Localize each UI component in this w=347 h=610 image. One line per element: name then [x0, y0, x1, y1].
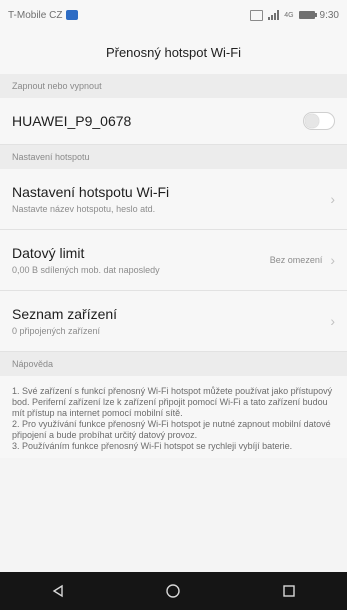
- back-icon: [52, 584, 63, 598]
- help-text: 1. Své zařízení s funkcí přenosný Wi-Fi …: [0, 376, 347, 458]
- status-bar: T-Mobile CZ 4G 9:30: [0, 0, 347, 30]
- recents-button[interactable]: [269, 576, 309, 606]
- row-text: Datový limit 0,00 B sdílených mob. dat n…: [12, 245, 160, 275]
- row-subtitle: 0,00 B sdílených mob. dat naposledy: [12, 265, 160, 275]
- help-item: 3. Používáním funkce přenosný Wi-Fi hots…: [12, 441, 293, 451]
- chevron-right-icon: ›: [330, 252, 335, 268]
- section-header-label: Zapnout nebo vypnout: [12, 81, 102, 91]
- recents-icon: [283, 585, 295, 597]
- network-type-label: 4G: [284, 11, 294, 19]
- row-title: Nastavení hotspotu Wi-Fi: [12, 184, 170, 200]
- page-title-bar: Přenosný hotspot Wi-Fi: [0, 30, 347, 74]
- data-limit-value: Bez omezení: [269, 255, 323, 265]
- row-right: ›: [330, 191, 335, 207]
- row-subtitle: 0 připojených zařízení: [12, 326, 101, 336]
- home-button[interactable]: [153, 576, 193, 606]
- row-text: Seznam zařízení 0 připojených zařízení: [12, 306, 117, 336]
- row-text: Nastavení hotspotu Wi-Fi Nastavte název …: [12, 184, 169, 214]
- chevron-right-icon: ›: [330, 313, 335, 329]
- section-header-label: Nápověda: [12, 359, 54, 369]
- section-header-settings: Nastavení hotspotu: [0, 145, 347, 169]
- back-button[interactable]: [38, 576, 78, 606]
- section-header-toggle: Zapnout nebo vypnout: [0, 74, 347, 98]
- notification-icon: [66, 10, 79, 20]
- row-title: Datový limit: [12, 245, 85, 261]
- row-subtitle: Nastavte název hotspotu, heslo atd.: [12, 204, 156, 214]
- home-icon: [166, 584, 181, 598]
- settings-row-wifi-hotspot[interactable]: Nastavení hotspotu Wi-Fi Nastavte název …: [0, 169, 347, 230]
- hotspot-toggle-switch[interactable]: [303, 112, 335, 130]
- hotspot-ssid-label: HUAWEI_P9_0678: [12, 113, 132, 129]
- carrier-label: T-Mobile CZ: [8, 9, 63, 21]
- help-item: 1. Své zařízení s funkcí přenosný Wi-Fi …: [12, 386, 333, 418]
- hotspot-toggle-row[interactable]: HUAWEI_P9_0678: [0, 98, 347, 145]
- navigation-bar: [0, 572, 347, 610]
- row-right: Bez omezení ›: [270, 252, 335, 268]
- signal-icon: [268, 10, 280, 20]
- status-right: 4G 9:30: [250, 9, 339, 21]
- gallery-icon: [250, 9, 264, 21]
- status-left: T-Mobile CZ: [8, 9, 79, 21]
- row-title: Seznam zařízení: [12, 306, 118, 322]
- toggle-knob: [305, 114, 319, 128]
- row-right: ›: [330, 313, 335, 329]
- settings-row-data-limit[interactable]: Datový limit 0,00 B sdílených mob. dat n…: [0, 230, 347, 291]
- settings-row-device-list[interactable]: Seznam zařízení 0 připojených zařízení ›: [0, 291, 347, 352]
- chevron-right-icon: ›: [330, 191, 335, 207]
- section-header-label: Nastavení hotspotu: [12, 152, 90, 162]
- section-header-help: Nápověda: [0, 352, 347, 376]
- help-item: 2. Pro využívání funkce přenosný Wi-Fi h…: [12, 419, 331, 440]
- page-title: Přenosný hotspot Wi-Fi: [105, 44, 242, 60]
- clock-label: 9:30: [319, 9, 339, 21]
- battery-icon: [298, 11, 317, 19]
